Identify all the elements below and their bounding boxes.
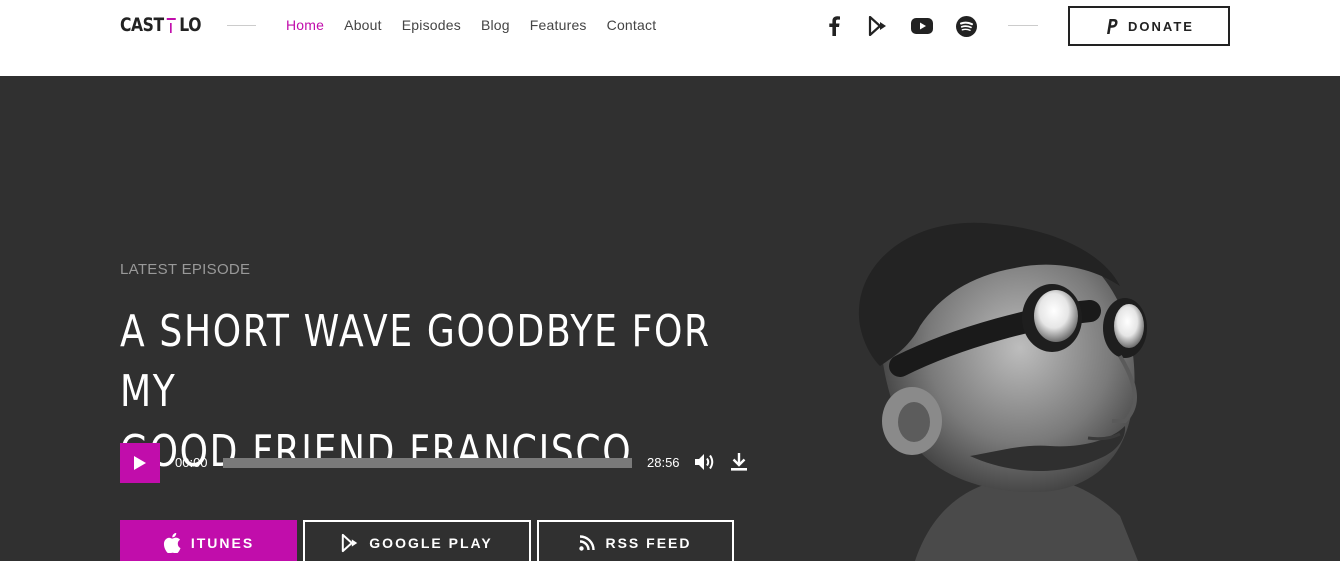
eyebrow-label: LATEST EPISODE xyxy=(120,261,251,278)
volume-icon[interactable] xyxy=(694,452,716,477)
current-time: 00:00 xyxy=(175,455,208,470)
apple-icon xyxy=(163,532,181,553)
site-header: CAST LO Home About Episodes Blog Feature… xyxy=(0,0,1340,76)
logo-text-left: CAST xyxy=(120,14,164,36)
itunes-label: ITUNES xyxy=(190,534,255,551)
logo-mark-icon xyxy=(166,14,177,36)
donate-button[interactable]: DONATE xyxy=(1068,6,1230,46)
nav-about[interactable]: About xyxy=(344,17,382,33)
nav-home[interactable]: Home xyxy=(286,17,324,33)
nav-episodes[interactable]: Episodes xyxy=(402,17,461,33)
main-nav: Home About Episodes Blog Features Contac… xyxy=(286,17,676,33)
paypal-icon xyxy=(1105,17,1118,34)
nav-contact[interactable]: Contact xyxy=(607,17,657,33)
divider xyxy=(227,25,256,26)
host-portrait-image xyxy=(858,222,1147,561)
duration: 28:56 xyxy=(647,455,680,470)
play-button[interactable] xyxy=(120,443,160,483)
facebook-icon[interactable] xyxy=(822,14,846,38)
nav-features[interactable]: Features xyxy=(530,17,587,33)
logo-text-right: LO xyxy=(179,14,202,36)
nav-blog[interactable]: Blog xyxy=(481,17,510,33)
google-play-button[interactable]: GOOGLE PLAY xyxy=(303,520,531,561)
rss-button[interactable]: RSS FEED xyxy=(537,520,734,561)
rss-label: RSS FEED xyxy=(605,534,692,551)
download-icon[interactable] xyxy=(730,452,748,477)
google-play-icon xyxy=(342,533,358,552)
site-logo[interactable]: CAST LO xyxy=(120,14,201,36)
donate-label: DONATE xyxy=(1128,18,1194,34)
audio-player: 00:00 28:56 xyxy=(120,443,750,483)
youtube-icon[interactable] xyxy=(910,14,934,38)
google-play-label: GOOGLE PLAY xyxy=(369,534,493,551)
play-icon xyxy=(134,456,146,470)
episode-title-line1: A SHORT WAVE GOODBYE FOR MY xyxy=(120,306,711,417)
divider xyxy=(1008,25,1038,26)
progress-bar[interactable] xyxy=(223,458,632,468)
hero-section: LATEST EPISODE A SHORT WAVE GOODBYE FOR … xyxy=(0,76,1340,561)
spotify-icon[interactable] xyxy=(954,14,978,38)
rss-icon xyxy=(579,534,596,551)
itunes-button[interactable]: ITUNES xyxy=(120,520,297,561)
google-play-icon[interactable] xyxy=(866,14,890,38)
